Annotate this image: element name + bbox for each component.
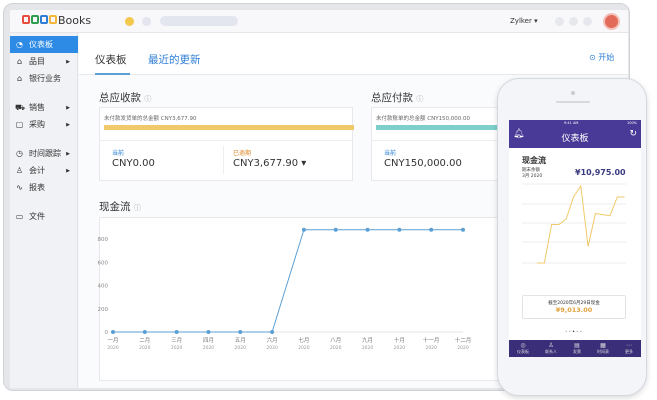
x-tick-month: 一月	[107, 337, 118, 344]
x-tick-year: 2020	[139, 345, 151, 351]
invoice-icon: ▤	[574, 342, 580, 349]
cashflow-line	[113, 229, 463, 333]
x-tick-year: 2020	[394, 345, 406, 351]
x-tick-year: 2020	[203, 345, 215, 351]
x-tick-month: 十月	[394, 336, 405, 344]
x-tick-month: 七月	[298, 336, 309, 344]
data-point[interactable]	[397, 227, 402, 232]
x-tick-year: 2020	[330, 345, 342, 351]
trend-line	[537, 184, 625, 264]
x-tick-year: 2020	[171, 345, 183, 351]
x-tick-year: 2020	[107, 345, 119, 351]
x-tick-year: 2020	[235, 345, 247, 351]
more-icon: ⋯	[626, 342, 632, 349]
x-tick-month: 五月	[235, 337, 246, 344]
data-point[interactable]	[174, 330, 179, 334]
x-tick-month: 三月	[171, 337, 182, 344]
data-point[interactable]	[429, 227, 434, 232]
data-point[interactable]	[111, 330, 115, 334]
x-tick-month: 四月	[203, 337, 214, 344]
phone-mockup: 9:41 AM 100% 🔔︎ 仪表板 ↻ 现金流 期末余额 3月 2020 ¥…	[497, 78, 647, 396]
x-tick-year: 2020	[457, 345, 469, 351]
phone-nav: ◎ 仪表板 ♙ 联系人 ▤ 发票 ▦ 时间表 ⋯ 更多	[509, 340, 641, 357]
y-tick-label: 600	[98, 260, 109, 266]
phone-nav-item[interactable]: ⋯ 更多	[625, 342, 633, 357]
x-tick-year: 2020	[266, 345, 278, 351]
data-point[interactable]	[365, 227, 370, 232]
phone-screen: 9:41 AM 100% 🔔︎ 仪表板 ↻ 现金流 期末余额 3月 2020 ¥…	[509, 120, 641, 357]
x-tick-year: 2020	[298, 345, 310, 351]
x-tick-year: 2020	[425, 345, 437, 351]
data-point[interactable]	[238, 330, 243, 334]
data-point[interactable]	[270, 330, 275, 334]
y-tick-label: 0	[105, 330, 109, 336]
timesheet-icon: ▦	[600, 342, 606, 349]
x-tick-month: 二月	[139, 337, 150, 344]
phone-nav-item[interactable]: ▦ 时间表	[597, 342, 609, 357]
data-point[interactable]	[301, 227, 306, 232]
x-tick-month: 八月	[330, 337, 341, 344]
x-tick-year: 2020	[362, 345, 374, 351]
cash-summary-card: 截至2020年6月29日现金 ¥9,013.00	[522, 295, 626, 319]
data-point[interactable]	[142, 330, 147, 334]
x-tick-month: 六月	[267, 336, 278, 344]
data-point[interactable]	[333, 227, 338, 232]
x-tick-month: 十一月	[423, 336, 440, 344]
x-tick-month: 九月	[362, 336, 373, 344]
phone-nav-item[interactable]: ▤ 发票	[573, 342, 581, 357]
dashboard-icon: ◎	[520, 342, 526, 349]
y-tick-label: 400	[98, 284, 109, 290]
y-tick-label: 200	[98, 307, 109, 313]
page-dots[interactable]: • • • • •	[565, 329, 582, 334]
phone-nav-item[interactable]: ♙ 联系人	[545, 342, 557, 357]
y-tick-label: 800	[98, 237, 109, 243]
phone-nav-item[interactable]: ◎ 仪表板	[517, 342, 529, 357]
data-point[interactable]	[461, 227, 465, 232]
contacts-icon: ♙	[548, 342, 554, 349]
x-tick-month: 十二月	[455, 336, 472, 344]
data-point[interactable]	[206, 330, 211, 334]
